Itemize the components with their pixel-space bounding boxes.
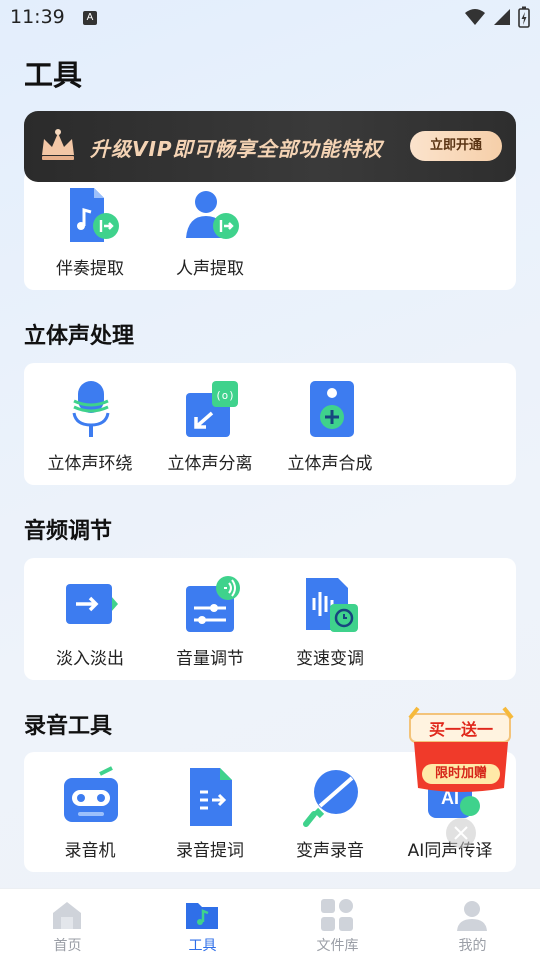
tool-label: 人声提取 [176,259,244,279]
nav-label: 工具 [188,938,217,954]
tools-folder-icon [186,903,218,929]
section-title-recording: 录音工具 [24,714,113,739]
tool-label: 变声录音 [296,841,364,861]
nav-label: 首页 [53,938,82,954]
speaker-plus-icon [310,381,354,437]
tool-label: 立体声合成 [287,454,373,474]
profile-icon [457,901,487,931]
promo-top-text: 买一送一 [428,720,493,739]
tool-label: 立体声分离 [167,454,253,474]
nav-label: 文件库 [316,938,359,954]
microphone-wave-icon [72,381,110,437]
promo-badge[interactable]: 买一送一 限时加赠 [408,698,514,794]
split-arrow-icon: (o) [186,381,238,437]
bottom-nav: 首页 工具 文件库 我的 [0,888,540,960]
close-icon [454,826,468,840]
section-title-stereo: 立体声处理 [24,324,135,349]
teleprompter-icon [190,768,232,826]
cassette-icon [64,766,118,822]
promo-bottom-text: 限时加赠 [434,766,487,781]
tool-label: 变速变调 [296,649,364,669]
status-icons [464,6,530,28]
svg-text:(o): (o) [215,389,235,402]
crown-icon [42,129,74,160]
vip-banner[interactable]: 升级VIP即可畅享全部功能特权 立即开通 [24,111,516,182]
promo-close-button[interactable] [446,818,476,848]
tool-label: 音量调节 [176,649,244,669]
audio-tools-card: 淡入淡出 音量调节 变速变调 [24,558,516,680]
tool-label: 录音机 [64,841,116,861]
notification-a-icon: A [83,11,97,25]
nav-profile[interactable]: 我的 [405,889,540,960]
section-title-audio: 音频调节 [24,519,113,544]
vip-banner-text: 升级VIP即可畅享全部功能特权 [90,137,383,161]
nav-label: 我的 [458,938,487,954]
battery-icon [518,6,530,28]
vip-open-button[interactable]: 立即开通 [410,131,502,161]
nav-tools[interactable]: 工具 [135,889,270,960]
volume-slider-icon [186,576,240,632]
signal-icon [494,9,510,25]
wifi-icon [465,9,485,25]
tool-label: 录音提词 [176,841,244,861]
status-bar: 11:39 A [0,0,540,36]
tool-label: 立体声环绕 [47,454,133,474]
waveform-clock-icon [306,578,358,632]
stereo-tools-card: 立体声环绕 (o) 立体声分离 立体声合成 [24,363,516,485]
extract-tools-card: 伴奏提取 人声提取 [24,170,516,290]
status-time: 11:39 [10,6,65,28]
nav-file-library[interactable]: 文件库 [270,889,405,960]
tool-label: 淡入淡出 [56,649,124,669]
tool-label: 伴奏提取 [56,259,124,279]
person-export-icon [186,191,239,239]
home-icon [53,902,81,929]
voice-change-mic-icon [303,770,358,827]
nav-home[interactable]: 首页 [0,889,135,960]
fade-arrow-icon [66,584,118,624]
page-title: 工具 [24,58,83,92]
grid-icon [321,899,353,931]
music-file-export-icon [70,188,119,242]
